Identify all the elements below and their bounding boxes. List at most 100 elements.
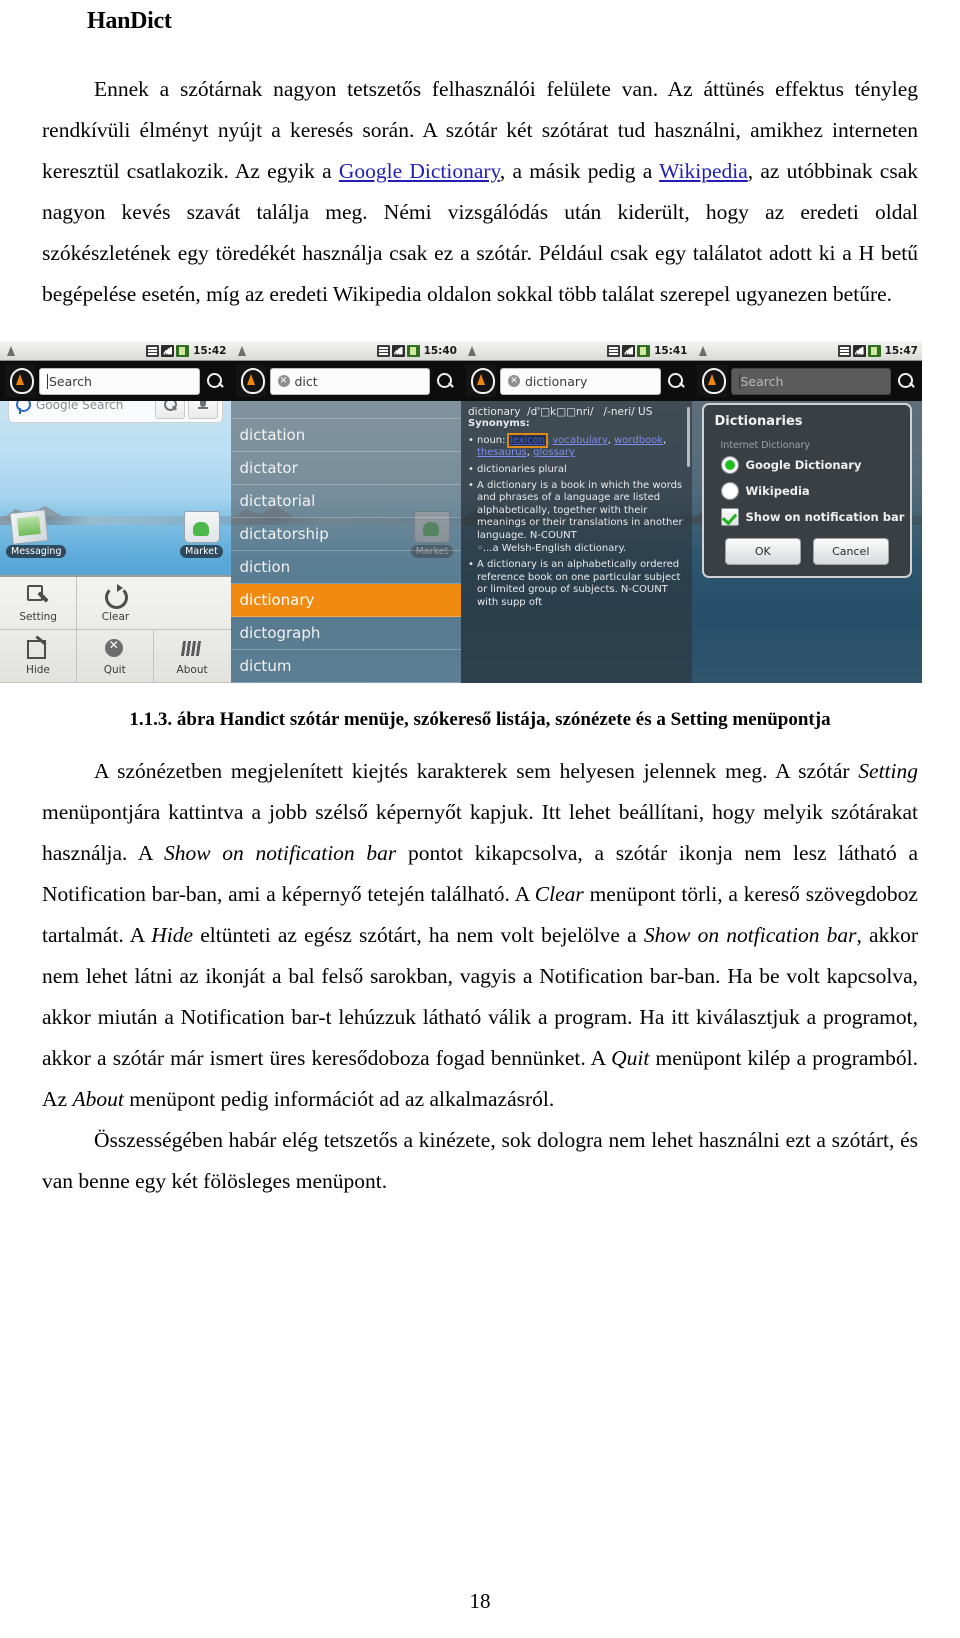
scrollbar-thumb[interactable] [686,407,690,467]
list-item[interactable]: dictation [230,419,461,452]
screenshot-settings-dialog: Dictionaries Internet Dictionary Google … [691,341,922,683]
menu-term-show-on-notfication-bar: Show on notfication bar [643,923,857,947]
checkbox-icon[interactable] [720,508,739,526]
list-item-partial [230,401,461,419]
suggestion-list: dictation dictator dictatorial dictators… [230,401,461,683]
search-icon[interactable] [204,370,226,392]
synonym-link[interactable]: vocabulary [552,435,607,446]
google-dictionary-link[interactable]: Google Dictionary [339,159,500,183]
bullet-icon: • [468,559,474,571]
battery-icon [176,344,190,357]
sense-bullet-2: • A dictionary is an alphabetically orde… [468,559,685,609]
list-item-selected[interactable]: dictionary [230,584,461,617]
status-bar-clock: 15:41 [654,344,688,357]
list-item[interactable]: dictograph [230,617,461,650]
handict-notification-icon [235,344,249,358]
synonym-link[interactable]: thesaurus [477,447,527,458]
app-menu-grid: Setting Clear Hide ✕ Quit About [0,575,231,683]
menu-item-label: About [176,663,208,676]
list-item[interactable]: dictum [230,650,461,683]
search-input[interactable]: Search [39,367,200,395]
status-bar: 15:41 [461,341,692,361]
network-3g-icon [837,344,851,357]
wikipedia-link[interactable]: Wikipedia [659,159,748,183]
network-3g-icon [607,344,621,357]
plural-bullet: • dictionaries plural [468,464,685,476]
status-bar-clock: 15:47 [884,344,918,357]
option-google-dictionary[interactable]: Google Dictionary [720,456,900,474]
clear-icon [103,583,129,609]
cancel-button[interactable]: Cancel [812,538,889,565]
menu-item-clear[interactable]: Clear [77,577,153,629]
search-icon[interactable] [434,370,456,392]
radio-button-icon[interactable] [720,456,739,474]
battery-icon [867,344,881,357]
signal-strength-icon [622,344,636,357]
status-bar: 15:42 [0,341,231,361]
handict-app-icon [235,365,266,397]
messaging-icon [9,509,49,545]
definition-panel[interactable]: dictionary /d'□k□□nri/ /-neri/ US Synony… [461,401,692,683]
ok-button[interactable]: OK [724,538,801,565]
search-icon[interactable] [895,370,917,392]
app-search-bar: Search [691,361,922,401]
home-icon-messaging[interactable]: Messaging [6,509,67,558]
text-segment: menüpont pedig információt ad az alkalma… [123,1087,555,1111]
app-search-bar: Search [0,361,231,401]
menu-item-hide[interactable]: Hide [0,630,77,683]
synonyms-text: noun: lexicon, vocabulary, wordbook, the… [477,432,685,460]
clear-text-icon[interactable]: ✕ [277,375,290,387]
app-search-bar: ✕ dictionary [461,361,692,401]
search-placeholder: Search [49,373,92,389]
synonyms-label: Synonyms: [468,418,530,430]
synonym-link[interactable]: glossary [533,447,575,458]
search-value: dictionary [525,373,588,389]
sense-bullet-1: • A dictionary is a book in which the wo… [468,480,685,542]
search-input[interactable]: ✕ dictionary [500,367,661,395]
text-segment: A szónézetben megjelenített kiejtés kara… [94,759,859,783]
menu-term-show-on-notification-bar: Show on notification bar [163,841,397,865]
search-input[interactable]: Search [730,367,891,395]
synonym-link-selected[interactable]: lexicon [506,432,549,448]
page-number: 18 [469,1589,491,1613]
text-caret-icon [47,373,48,389]
example-text: ...a Welsh-English dictionary. [482,543,627,555]
list-item[interactable]: dictatorial [230,485,461,518]
microphone-base-icon [197,407,208,409]
signal-strength-icon [391,344,405,357]
menu-item-setting[interactable]: Setting [0,577,78,629]
pronunciation-us: /-neri/ US [603,406,653,418]
plural-note: dictionaries plural [477,463,567,475]
screenshot-word-view: dictionary /d'□k□□nri/ /-neri/ US Synony… [461,341,692,683]
search-input[interactable]: ✕ dict [269,367,430,395]
menu-term-hide: Hide [151,923,194,947]
handict-app-icon [466,365,496,397]
menu-term-clear: Clear [534,882,584,906]
synonym-link[interactable]: wordbook [614,435,663,446]
handict-notification-icon [4,344,18,358]
status-bar: 15:40 [230,341,461,361]
text-caret-icon [738,373,740,389]
clear-text-icon[interactable]: ✕ [508,375,520,387]
option-label: Wikipedia [745,484,810,498]
option-show-on-notification-bar[interactable]: Show on notification bar [720,508,904,526]
home-icon-market[interactable]: Market [179,511,225,558]
option-label: Google Dictionary [745,458,862,472]
setting-icon [26,584,50,608]
option-wikipedia[interactable]: Wikipedia [720,482,900,500]
menu-item-label: Clear [101,610,130,623]
list-item[interactable]: diction [230,551,461,584]
signal-strength-icon [852,344,866,357]
handict-notification-icon [465,344,479,358]
radio-button-icon[interactable] [720,482,739,500]
handict-app-icon [696,365,727,397]
menu-item-about[interactable]: About [153,630,231,683]
menu-item-quit[interactable]: Quit [76,630,154,683]
menu-term-quit: Quit [611,1046,650,1070]
list-item[interactable]: dictatorship [230,518,461,551]
dictionaries-dialog: Dictionaries Internet Dictionary Google … [701,403,912,578]
list-item[interactable]: dictator [230,452,461,485]
search-icon[interactable] [665,370,687,392]
market-icon [183,511,220,543]
sense-text: A dictionary is a book in which the word… [477,480,683,541]
